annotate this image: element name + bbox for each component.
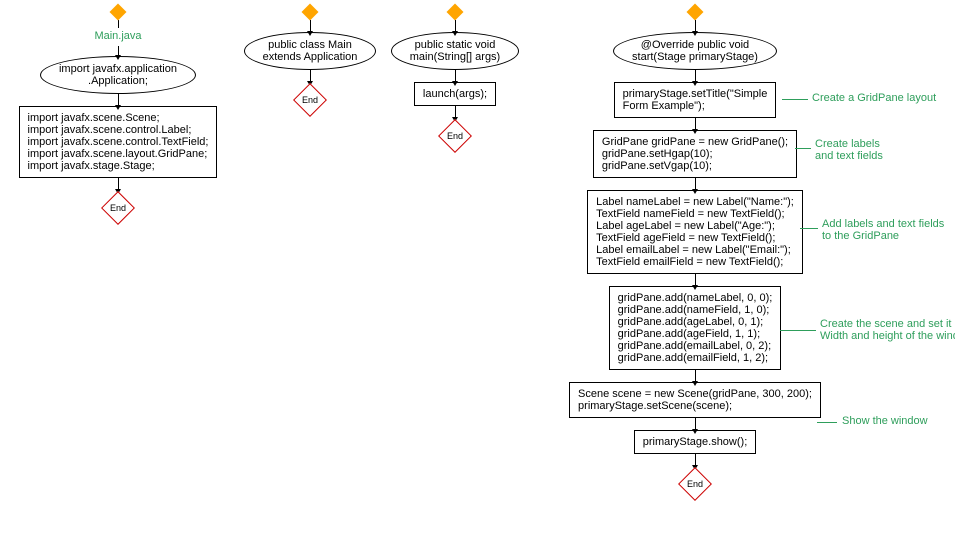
start-diamond <box>302 4 319 21</box>
start-diamond <box>687 4 704 21</box>
annotation-show: Show the window <box>842 415 928 427</box>
annotation-line <box>780 330 816 332</box>
annotation-labels: Create labels and text fields <box>815 138 883 162</box>
file-label: Main.java <box>94 30 141 42</box>
end-diamond: End <box>438 119 472 153</box>
flow-column-4: @Override public void start(Stage primar… <box>565 6 825 496</box>
start-diamond <box>110 4 127 21</box>
annotation-scene: Create the scene and set it in the stage… <box>820 318 955 342</box>
annotation-line <box>795 148 811 150</box>
class-ellipse: public class Main extends Application <box>244 32 377 70</box>
add-box: gridPane.add(nameLabel, 0, 0); gridPane.… <box>609 286 782 370</box>
flow-column-2: public class Main extends Application En… <box>240 6 380 112</box>
annotation-line <box>800 228 818 230</box>
start-diamond <box>447 4 464 21</box>
flow-column-1: Main.java import javafx.application .App… <box>18 6 218 220</box>
settitle-box: primaryStage.setTitle("Simple Form Examp… <box>614 82 777 118</box>
end-diamond: End <box>678 467 712 501</box>
annotation-gridpane: Create a GridPane layout <box>812 92 936 104</box>
gridpane-box: GridPane gridPane = new GridPane(); grid… <box>593 130 797 178</box>
annotation-add: Add labels and text fields to the GridPa… <box>822 218 944 242</box>
start-method-ellipse: @Override public void start(Stage primar… <box>613 32 777 70</box>
import-ellipse: import javafx.application .Application; <box>40 56 196 94</box>
end-diamond: End <box>101 191 135 225</box>
labels-box: Label nameLabel = new Label("Name:"); Te… <box>587 190 803 274</box>
imports-box: import javafx.scene.Scene; import javafx… <box>19 106 218 178</box>
scene-box: Scene scene = new Scene(gridPane, 300, 2… <box>569 382 821 418</box>
flow-column-3: public static void main(String[] args) l… <box>390 6 520 148</box>
annotation-line <box>782 99 808 101</box>
main-ellipse: public static void main(String[] args) <box>391 32 519 70</box>
annotation-line <box>817 422 837 424</box>
end-diamond: End <box>293 83 327 117</box>
